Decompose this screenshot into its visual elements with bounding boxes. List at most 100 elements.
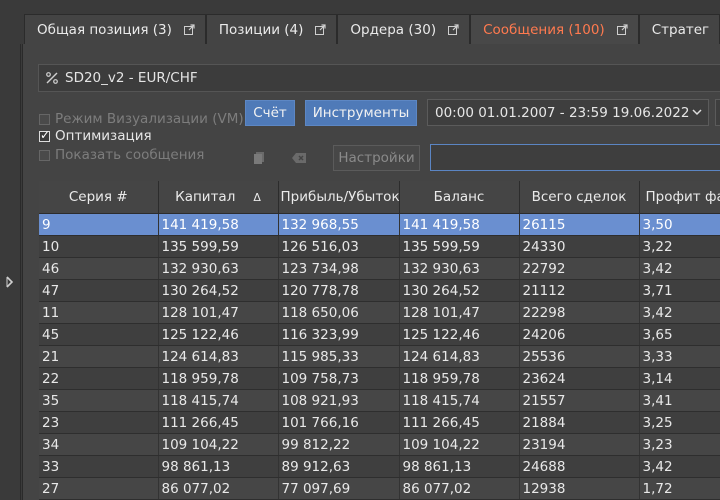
optimization-label: Оптимизация <box>55 128 152 144</box>
table-cell: 3,42 <box>639 301 720 324</box>
table-cell: 130 264,52 <box>399 279 520 302</box>
external-link-icon[interactable] <box>448 24 459 35</box>
table-cell: 109 104,22 <box>399 433 520 456</box>
tab-1[interactable]: Общая позиция (3) <box>24 14 206 44</box>
table-row[interactable]: 11 128 101,47 118 650,06 128 101,47 22298 3,4… <box>39 301 720 324</box>
table-cell: 3,33 <box>639 345 720 368</box>
table-cell: 116 323,99 <box>278 323 400 346</box>
table-cell: 25536 <box>519 345 640 368</box>
visual-mode-checkbox[interactable] <box>39 113 50 125</box>
optimization-option[interactable]: Оптимизация <box>39 128 152 144</box>
table-row[interactable]: 22 118 959,78 109 758,73 118 959,78 23624 3,1… <box>39 367 720 390</box>
show-messages-option[interactable]: Показать сообщения <box>39 147 204 163</box>
table-cell: 21557 <box>519 389 640 412</box>
table-cell: 118 959,78 <box>399 367 520 390</box>
tab-3[interactable]: Ордера (30) <box>337 14 471 44</box>
column-header[interactable]: Прибыль/Убыток <box>278 181 400 214</box>
table-cell: 118 415,74 <box>158 389 279 412</box>
account-button[interactable]: Счёт <box>245 100 295 126</box>
tab-2[interactable]: Позиции (4) <box>205 14 338 44</box>
table-row[interactable]: 10 135 599,59 126 516,03 135 599,59 24330 3,2… <box>39 235 720 258</box>
tools-button[interactable]: Инструменты <box>305 100 417 126</box>
column-header[interactable]: Профит фа <box>639 181 720 214</box>
column-header[interactable]: Капитал Δ <box>158 181 279 214</box>
table-cell: 24688 <box>519 455 640 478</box>
tab-label: Позиции (4) <box>218 21 304 38</box>
table-cell: 135 599,59 <box>158 235 279 258</box>
external-link-icon[interactable] <box>616 24 628 35</box>
table-cell: 141 419,58 <box>158 213 279 236</box>
table-cell: 130 264,52 <box>158 279 279 302</box>
date-range-select[interactable]: 00:00 01.01.2007 - 23:59 19.06.2022 <box>427 99 709 126</box>
table-row[interactable]: 45 125 122,46 116 323,99 125 122,46 24206 3,6… <box>39 323 720 346</box>
table-cell: 99 812,22 <box>278 433 400 456</box>
tab-5[interactable]: Стратег <box>638 14 720 44</box>
table-row[interactable]: 21 124 614,83 115 985,33 124 614,83 25536 3,3… <box>39 345 720 368</box>
table-cell: 98 861,13 <box>399 455 520 478</box>
visual-mode-option[interactable]: Режим Визуализации (VM) <box>39 111 244 127</box>
table-cell: 23 <box>39 411 159 434</box>
clear-icon[interactable] <box>291 150 307 166</box>
table-row[interactable]: 35 118 415,74 108 921,93 118 415,74 21557 3,4… <box>39 389 720 412</box>
column-header-label: Прибыль/Убыток <box>280 189 399 205</box>
table-cell: 24330 <box>519 235 640 258</box>
tab-label: Общая позиция (3) <box>37 21 172 38</box>
table-cell: 3,23 <box>639 433 720 456</box>
show-messages-checkbox[interactable] <box>39 149 50 161</box>
table-cell: 132 968,55 <box>278 213 400 236</box>
table-cell: 9 <box>39 213 159 236</box>
filter-input[interactable] <box>430 144 720 171</box>
column-header[interactable]: Баланс <box>399 181 520 214</box>
expand-arrow-icon[interactable] <box>6 274 14 290</box>
strategy-panel: SD20_v2 - EUR/CHF Режим Визуализации (VM… <box>22 44 720 500</box>
table-cell: 120 778,78 <box>278 279 400 302</box>
tab-label: Сообщения (100) <box>483 21 605 38</box>
table-row[interactable]: 33 98 861,13 89 912,63 98 861,13 24688 3,42 <box>39 455 720 478</box>
table-row[interactable]: 27 86 077,02 77 097,69 86 077,02 12938 1,72 <box>39 477 720 500</box>
table-cell: 22792 <box>519 257 640 280</box>
external-link-icon[interactable] <box>315 24 327 35</box>
column-header[interactable]: Всего сделок <box>519 181 640 214</box>
settings-button[interactable]: Настройки <box>333 145 420 171</box>
show-messages-label: Показать сообщения <box>55 147 205 163</box>
date-range-extra[interactable] <box>715 99 720 126</box>
table-cell: 125 122,46 <box>158 323 279 346</box>
table-cell: 77 097,69 <box>278 477 400 500</box>
table-cell: 3,25 <box>639 411 720 434</box>
table-cell: 128 101,47 <box>158 301 279 324</box>
table-row[interactable]: 46 132 930,63 123 734,98 132 930,63 22792 3,4… <box>39 257 720 280</box>
table-row[interactable]: 23 111 266,45 101 766,16 111 266,45 21884 3,2… <box>39 411 720 434</box>
table-cell: 124 614,83 <box>399 345 520 368</box>
table-row[interactable]: 9 141 419,58 132 968,55 141 419,58 26115 3,50 <box>39 213 720 236</box>
strategy-selector[interactable]: SD20_v2 - EUR/CHF <box>38 64 720 92</box>
table-cell: 118 650,06 <box>278 301 400 324</box>
table-cell: 12938 <box>519 477 640 500</box>
table-cell: 126 516,03 <box>278 235 400 258</box>
table-cell: 27 <box>39 477 159 500</box>
side-panel-handle[interactable] <box>0 0 21 500</box>
table-cell: 98 861,13 <box>158 455 279 478</box>
external-link-icon[interactable] <box>183 24 195 35</box>
table-cell: 115 985,33 <box>278 345 400 368</box>
table-cell: 118 415,74 <box>399 389 520 412</box>
column-header-label: Капитал <box>175 189 236 205</box>
table-cell: 111 266,45 <box>399 411 520 434</box>
column-header[interactable]: Серия # <box>39 181 159 214</box>
table-row[interactable]: 34 109 104,22 99 812,22 109 104,22 23194 3,23 <box>39 433 720 456</box>
column-header-label: Профит фа <box>645 189 720 205</box>
table-cell: 24206 <box>519 323 640 346</box>
table-row[interactable]: 47 130 264,52 120 778,78 130 264,52 21112 3,7… <box>39 279 720 302</box>
copy-icon[interactable] <box>251 150 267 166</box>
tab-4[interactable]: Сообщения (100) <box>470 14 639 44</box>
tab-bar: Общая позиция (3) Позиции (4) Ордера (30) С… <box>0 0 720 44</box>
table-cell: 23624 <box>519 367 640 390</box>
tab-label: Стратег <box>651 21 710 38</box>
table-cell: 3,41 <box>639 389 720 412</box>
column-header-label: Серия # <box>68 189 128 205</box>
table-cell: 1,72 <box>639 477 720 500</box>
table-cell: 21 <box>39 345 159 368</box>
optimization-checkbox[interactable] <box>39 128 50 142</box>
table-cell: 86 077,02 <box>158 477 279 500</box>
tab-label: Ордера (30) <box>350 21 437 38</box>
table-cell: 10 <box>39 235 159 258</box>
